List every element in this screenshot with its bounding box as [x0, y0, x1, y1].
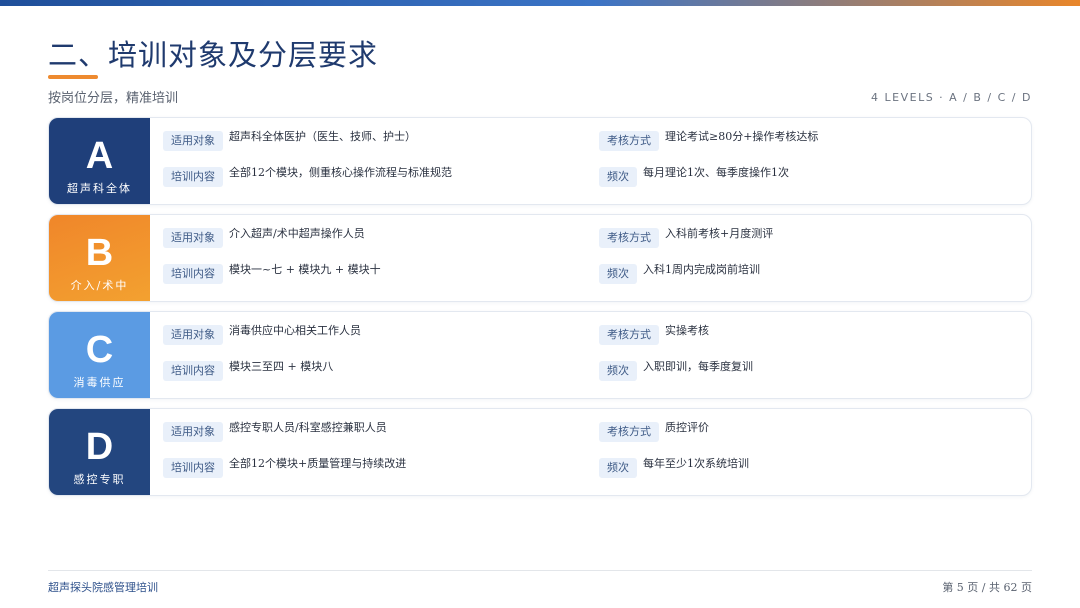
page-title: 二、培训对象及分层要求: [48, 38, 379, 72]
footer-divider: [48, 570, 1032, 571]
assessment-value: 质控评价: [665, 421, 709, 434]
frequency-value: 入职即训，每季度复训: [643, 360, 753, 373]
target-value: 介入超声/术中超声操作人员: [229, 227, 365, 240]
levels-caption: 4 LEVELS · A / B / C / D: [871, 91, 1032, 104]
content-chip: 培训内容: [163, 458, 223, 478]
level-row-c: C 消毒供应 适用对象 消毒供应中心相关工作人员 培训内容 模块三至四 + 模块…: [48, 311, 1032, 399]
assessment-field: 考核方式 质控评价: [599, 419, 709, 442]
level-name: 感控专职: [73, 473, 126, 486]
target-value: 感控专职人员/科室感控兼职人员: [229, 421, 387, 434]
level-badge-c: C 消毒供应: [49, 312, 150, 398]
level-name: 超声科全体: [67, 182, 132, 195]
level-badge-a: A 超声科全体: [49, 118, 150, 204]
assessment-value: 实操考核: [665, 324, 709, 337]
frequency-value: 入科1周内完成岗前培训: [643, 263, 760, 276]
content-field: 培训内容 全部12个模块+质量管理与持续改进: [163, 455, 407, 478]
assessment-chip: 考核方式: [599, 422, 659, 442]
assessment-field: 考核方式 实操考核: [599, 322, 709, 345]
target-field: 适用对象 超声科全体医护（医生、技师、护士）: [163, 128, 416, 151]
content-field: 培训内容 全部12个模块，侧重核心操作流程与标准规范: [163, 164, 452, 187]
level-row-a: A 超声科全体 适用对象 超声科全体医护（医生、技师、护士） 培训内容 全部12…: [48, 117, 1032, 205]
target-field: 适用对象 感控专职人员/科室感控兼职人员: [163, 419, 387, 442]
target-field: 适用对象 消毒供应中心相关工作人员: [163, 322, 361, 345]
level-letter: D: [85, 426, 114, 468]
level-letter: C: [85, 329, 114, 371]
target-chip: 适用对象: [163, 325, 223, 345]
frequency-chip: 频次: [599, 361, 637, 381]
assessment-value: 理论考试≥80分+操作考核达标: [665, 130, 819, 143]
top-accent-bar: [0, 0, 1080, 6]
content-chip: 培训内容: [163, 361, 223, 381]
frequency-value: 每月理论1次、每季度操作1次: [643, 166, 789, 179]
assessment-field: 考核方式 入科前考核+月度测评: [599, 225, 774, 248]
content-value: 全部12个模块，侧重核心操作流程与标准规范: [229, 166, 452, 179]
level-badge-d: D 感控专职: [49, 409, 150, 495]
frequency-chip: 频次: [599, 458, 637, 478]
assessment-value: 入科前考核+月度测评: [665, 227, 774, 240]
frequency-field: 频次 入科1周内完成岗前培训: [599, 261, 760, 284]
content-field: 培训内容 模块一~七 + 模块九 + 模块十: [163, 261, 381, 284]
title-underline: [48, 75, 98, 79]
level-letter: B: [85, 232, 114, 274]
frequency-field: 频次 每月理论1次、每季度操作1次: [599, 164, 789, 187]
frequency-chip: 频次: [599, 264, 637, 284]
frequency-field: 频次 每年至少1次系统培训: [599, 455, 749, 478]
assessment-chip: 考核方式: [599, 131, 659, 151]
content-chip: 培训内容: [163, 167, 223, 187]
frequency-chip: 频次: [599, 167, 637, 187]
target-field: 适用对象 介入超声/术中超声操作人员: [163, 225, 365, 248]
content-value: 全部12个模块+质量管理与持续改进: [229, 457, 407, 470]
content-value: 模块三至四 + 模块八: [229, 360, 334, 373]
content-field: 培训内容 模块三至四 + 模块八: [163, 358, 334, 381]
target-chip: 适用对象: [163, 422, 223, 442]
assessment-chip: 考核方式: [599, 228, 659, 248]
target-value: 超声科全体医护（医生、技师、护士）: [229, 130, 416, 143]
assessment-chip: 考核方式: [599, 325, 659, 345]
frequency-value: 每年至少1次系统培训: [643, 457, 749, 470]
level-row-d: D 感控专职 适用对象 感控专职人员/科室感控兼职人员 培训内容 全部12个模块…: [48, 408, 1032, 496]
level-row-b: B 介入/术中 适用对象 介入超声/术中超声操作人员 培训内容 模块一~七 + …: [48, 214, 1032, 302]
content-value: 模块一~七 + 模块九 + 模块十: [229, 263, 381, 276]
target-chip: 适用对象: [163, 131, 223, 151]
level-letter: A: [85, 135, 114, 177]
level-name: 消毒供应: [73, 376, 126, 389]
target-chip: 适用对象: [163, 228, 223, 248]
footer-course-title: 超声探头院感管理培训: [48, 581, 158, 594]
content-chip: 培训内容: [163, 264, 223, 284]
target-value: 消毒供应中心相关工作人员: [229, 324, 361, 337]
assessment-field: 考核方式 理论考试≥80分+操作考核达标: [599, 128, 819, 151]
frequency-field: 频次 入职即训，每季度复训: [599, 358, 753, 381]
level-name: 介入/术中: [70, 279, 129, 292]
page-subtitle: 按岗位分层，精准培训: [48, 91, 179, 106]
level-badge-b: B 介入/术中: [49, 215, 150, 301]
page-number: 第 5 页 / 共 62 页: [942, 581, 1032, 594]
